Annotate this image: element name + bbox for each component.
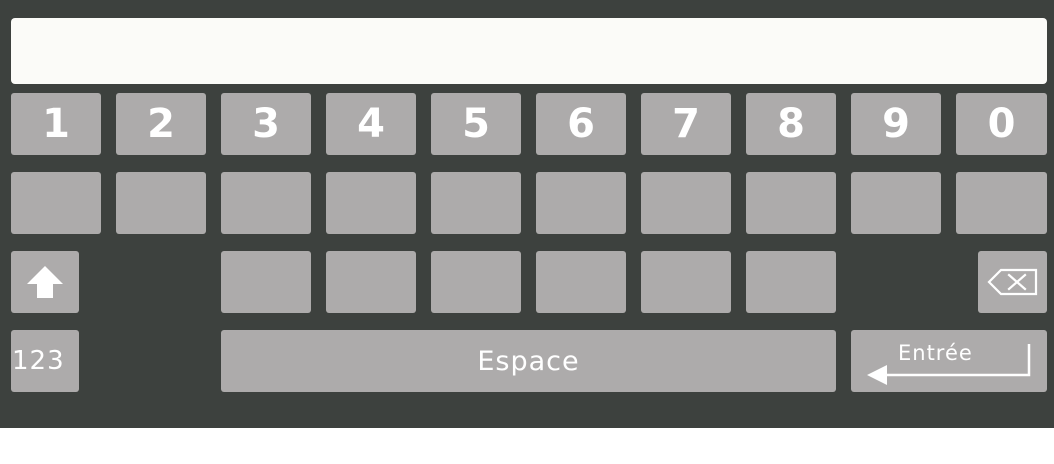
letter-key[interactable] — [746, 251, 836, 313]
enter-return-arrow-icon — [851, 330, 1047, 392]
text-input-field[interactable] — [11, 18, 1047, 84]
letter-key[interactable] — [221, 251, 311, 313]
letter-key[interactable] — [431, 251, 521, 313]
letter-key[interactable] — [641, 251, 731, 313]
key-4[interactable]: 4 — [326, 93, 416, 155]
letter-key[interactable] — [221, 172, 311, 234]
key-6[interactable]: 6 — [536, 93, 626, 155]
backspace-key[interactable] — [978, 251, 1047, 313]
key-0[interactable]: 0 — [956, 93, 1047, 155]
letter-key[interactable] — [116, 172, 206, 234]
letter-key[interactable] — [431, 172, 521, 234]
letter-key[interactable] — [956, 172, 1047, 234]
numeric-mode-key[interactable]: 123 — [11, 330, 79, 392]
virtual-keyboard: 1 2 3 4 5 6 7 8 9 0 123 Espace Entrée — [0, 0, 1054, 428]
key-1[interactable]: 1 — [11, 93, 101, 155]
key-5[interactable]: 5 — [431, 93, 521, 155]
letter-key[interactable] — [326, 172, 416, 234]
letter-key[interactable] — [536, 251, 626, 313]
backspace-icon — [986, 268, 1039, 296]
shift-key[interactable] — [11, 251, 79, 313]
key-7[interactable]: 7 — [641, 93, 731, 155]
key-3[interactable]: 3 — [221, 93, 311, 155]
letter-key[interactable] — [326, 251, 416, 313]
key-9[interactable]: 9 — [851, 93, 941, 155]
space-key[interactable]: Espace — [221, 330, 836, 392]
enter-key[interactable]: Entrée — [851, 330, 1047, 392]
shift-arrow-up-icon — [25, 264, 65, 300]
letter-key[interactable] — [536, 172, 626, 234]
letter-key[interactable] — [641, 172, 731, 234]
letter-key[interactable] — [851, 172, 941, 234]
letter-key[interactable] — [746, 172, 836, 234]
letter-key[interactable] — [11, 172, 101, 234]
key-8[interactable]: 8 — [746, 93, 836, 155]
key-2[interactable]: 2 — [116, 93, 206, 155]
